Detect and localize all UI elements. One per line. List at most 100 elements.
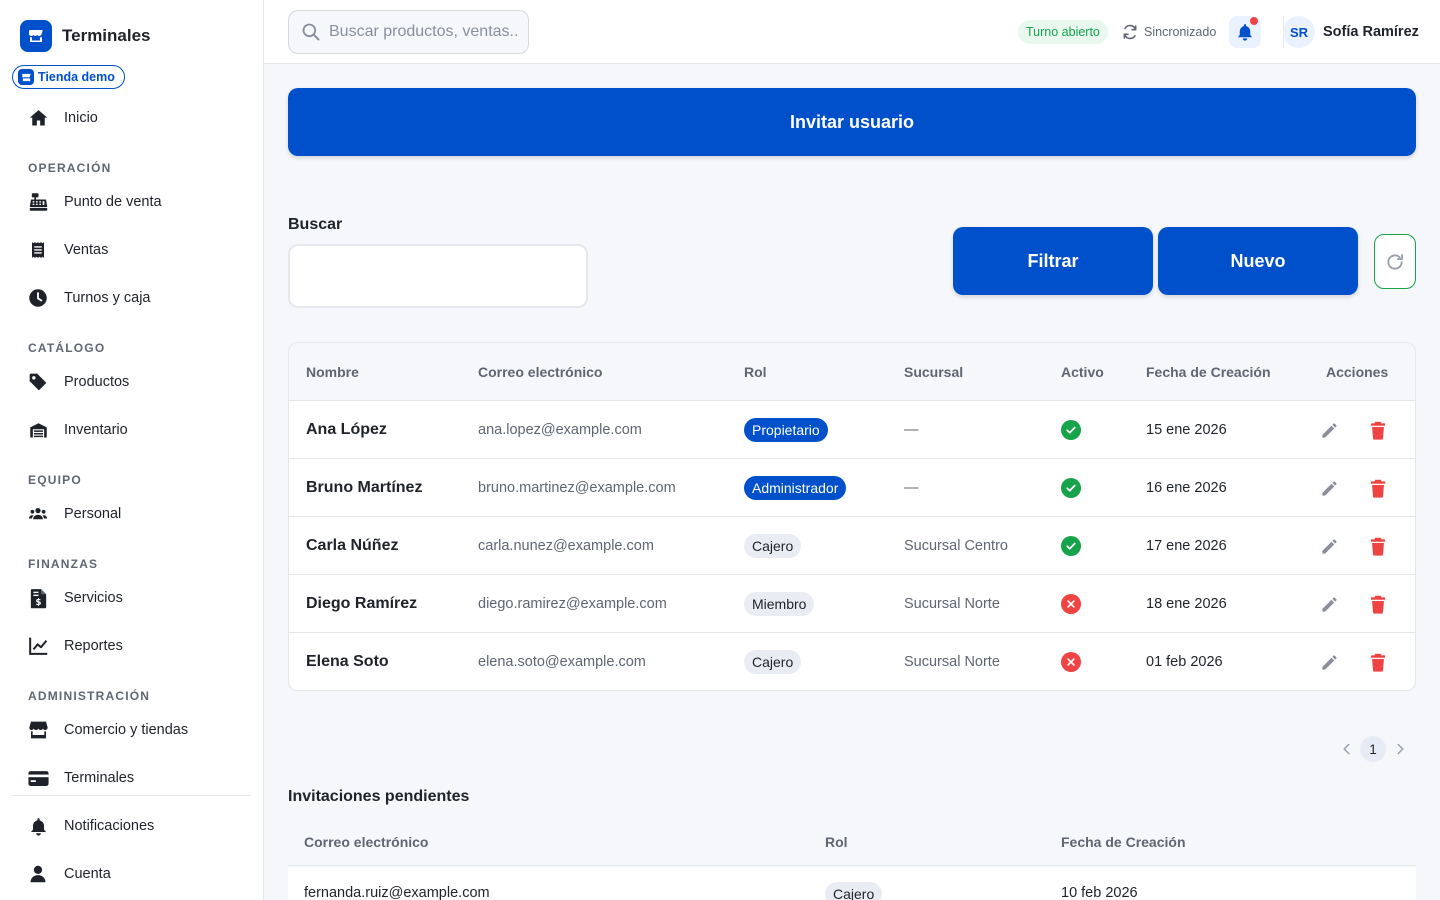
delete-button[interactable] <box>1370 517 1386 575</box>
user-name-cell: Bruno Martínez <box>306 479 423 496</box>
store-icon <box>27 719 49 741</box>
role-badge: Cajero <box>744 650 802 674</box>
sync-status[interactable]: Sincronizado <box>1122 20 1216 44</box>
sidebar-item-comercio[interactable]: Comercio y tiendas <box>12 710 251 750</box>
store-icon <box>18 69 34 85</box>
chevron-left-icon[interactable] <box>1336 736 1356 762</box>
user-active-cell <box>1061 517 1081 575</box>
role-badge: Cajero <box>744 534 802 558</box>
delete-button[interactable] <box>1370 575 1386 633</box>
sidebar-item-reportes[interactable]: Reportes <box>12 626 251 666</box>
user-icon <box>27 863 49 885</box>
edit-button[interactable] <box>1320 575 1339 633</box>
x-circle-icon <box>1061 594 1081 614</box>
sidebar-item-notificaciones[interactable]: Notificaciones <box>12 806 251 846</box>
chart-line-icon <box>27 635 49 657</box>
check-circle-icon <box>1061 420 1081 440</box>
sidebar-item-inicio[interactable]: Inicio <box>12 98 251 138</box>
table-row[interactable]: Diego Ramírez diego.ramirez@example.com … <box>289 574 1415 632</box>
invite-user-button[interactable]: Invitar usuario <box>288 88 1416 156</box>
column-header-branch[interactable]: Sucursal <box>904 343 963 401</box>
nav-section-equipo: EQUIPO <box>28 473 82 487</box>
shift-status-badge[interactable]: Turno abierto <box>1018 20 1108 44</box>
sidebar-item-label: Personal <box>64 506 122 522</box>
user-email-cell: bruno.martinez@example.com <box>478 480 676 496</box>
app-title: Terminales <box>62 26 151 45</box>
new-button[interactable]: Nuevo <box>1158 227 1358 295</box>
delete-button[interactable] <box>1370 401 1386 459</box>
column-header-created[interactable]: Fecha de Creación <box>1061 818 1186 866</box>
sidebar-item-cuenta[interactable]: Cuenta <box>12 854 251 894</box>
edit-button[interactable] <box>1320 517 1339 575</box>
sidebar-item-turnos[interactable]: Turnos y caja <box>12 278 251 318</box>
column-header-role[interactable]: Rol <box>744 343 767 401</box>
table-row[interactable]: Ana López ana.lopez@example.com Propieta… <box>289 400 1415 458</box>
search-input[interactable] <box>288 244 588 308</box>
column-header-active[interactable]: Activo <box>1061 343 1104 401</box>
user-email-cell: elena.soto@example.com <box>478 654 646 670</box>
delete-button[interactable] <box>1370 633 1386 690</box>
column-header-email[interactable]: Correo electrónico <box>304 818 428 866</box>
user-role-cell: Propietario <box>744 401 828 459</box>
user-email-cell: carla.nunez@example.com <box>478 538 654 554</box>
user-branch-cell: Sucursal Norte <box>904 654 1000 670</box>
nav-section-finanzas: FINANZAS <box>28 557 99 571</box>
sidebar-item-servicios[interactable]: $ Servicios <box>12 578 251 618</box>
sidebar-item-terminales[interactable]: Terminales <box>12 758 251 798</box>
clock-icon <box>27 287 49 309</box>
table-row[interactable]: Bruno Martínez bruno.martinez@example.co… <box>289 458 1415 516</box>
users-table: Nombre Correo electrónico Rol Sucursal A… <box>288 342 1416 691</box>
table-row[interactable]: Elena Soto elena.soto@example.com Cajero… <box>289 632 1415 690</box>
refresh-button[interactable] <box>1374 234 1416 289</box>
topbar: Turno abierto Sincronizado SR Sofía Ramí… <box>264 0 1440 64</box>
sidebar-item-punto-de-venta[interactable]: Punto de venta <box>12 182 251 222</box>
pencil-icon <box>1320 421 1339 440</box>
warehouse-icon <box>27 419 49 441</box>
nav-section-catalogo: CATÁLOGO <box>28 341 106 355</box>
brand[interactable]: Terminales <box>20 20 151 52</box>
table-row[interactable]: Carla Núñez carla.nunez@example.com Caje… <box>289 516 1415 574</box>
sidebar-item-ventas[interactable]: Ventas <box>12 230 251 270</box>
filter-button[interactable]: Filtrar <box>953 227 1153 295</box>
user-menu[interactable]: SR Sofía Ramírez <box>1283 16 1419 48</box>
svg-text:$: $ <box>35 597 41 607</box>
invitation-row[interactable]: fernanda.ruiz@example.com Cajero 10 feb … <box>288 867 1416 900</box>
sidebar-item-label: Terminales <box>64 770 135 786</box>
edit-button[interactable] <box>1320 633 1339 690</box>
user-role-cell: Cajero <box>744 517 802 575</box>
user-active-cell <box>1061 459 1081 517</box>
sidebar-item-productos[interactable]: Productos <box>12 362 251 402</box>
role-badge: Administrador <box>744 476 847 500</box>
pencil-icon <box>1320 537 1339 556</box>
user-branch-cell: — <box>904 480 919 496</box>
store-badge-label: Tienda demo <box>38 70 115 84</box>
column-header-name[interactable]: Nombre <box>306 343 359 401</box>
global-search[interactable] <box>288 10 529 54</box>
user-name-cell: Diego Ramírez <box>306 595 418 612</box>
edit-button[interactable] <box>1320 459 1339 517</box>
sidebar: Terminales Tienda demo Inicio OPERACIÓN … <box>0 0 264 900</box>
global-search-input[interactable] <box>329 23 517 41</box>
chevron-right-icon[interactable] <box>1390 736 1410 762</box>
page-number-current[interactable]: 1 <box>1360 736 1386 762</box>
column-header-email[interactable]: Correo electrónico <box>478 343 602 401</box>
column-header-role[interactable]: Rol <box>825 818 848 866</box>
nav-section-operacion: OPERACIÓN <box>28 161 112 175</box>
sidebar-item-label: Productos <box>64 374 130 390</box>
delete-button[interactable] <box>1370 459 1386 517</box>
user-created-cell: 15 ene 2026 <box>1146 422 1227 438</box>
edit-button[interactable] <box>1320 401 1339 459</box>
user-name-cell: Elena Soto <box>306 653 389 670</box>
sidebar-item-label: Notificaciones <box>64 818 155 834</box>
user-created-cell: 16 ene 2026 <box>1146 480 1227 496</box>
user-branch-cell: — <box>904 422 919 438</box>
notifications-button[interactable] <box>1229 16 1261 48</box>
sync-status-label: Sincronizado <box>1144 25 1217 39</box>
store-badge[interactable]: Tienda demo <box>12 65 125 89</box>
pencil-icon <box>1320 653 1339 672</box>
column-header-created[interactable]: Fecha de Creación <box>1146 343 1271 401</box>
sidebar-item-inventario[interactable]: Inventario <box>12 410 251 450</box>
bell-icon <box>1236 22 1254 42</box>
sidebar-item-personal[interactable]: Personal <box>12 494 251 534</box>
user-role-cell: Miembro <box>744 575 815 633</box>
